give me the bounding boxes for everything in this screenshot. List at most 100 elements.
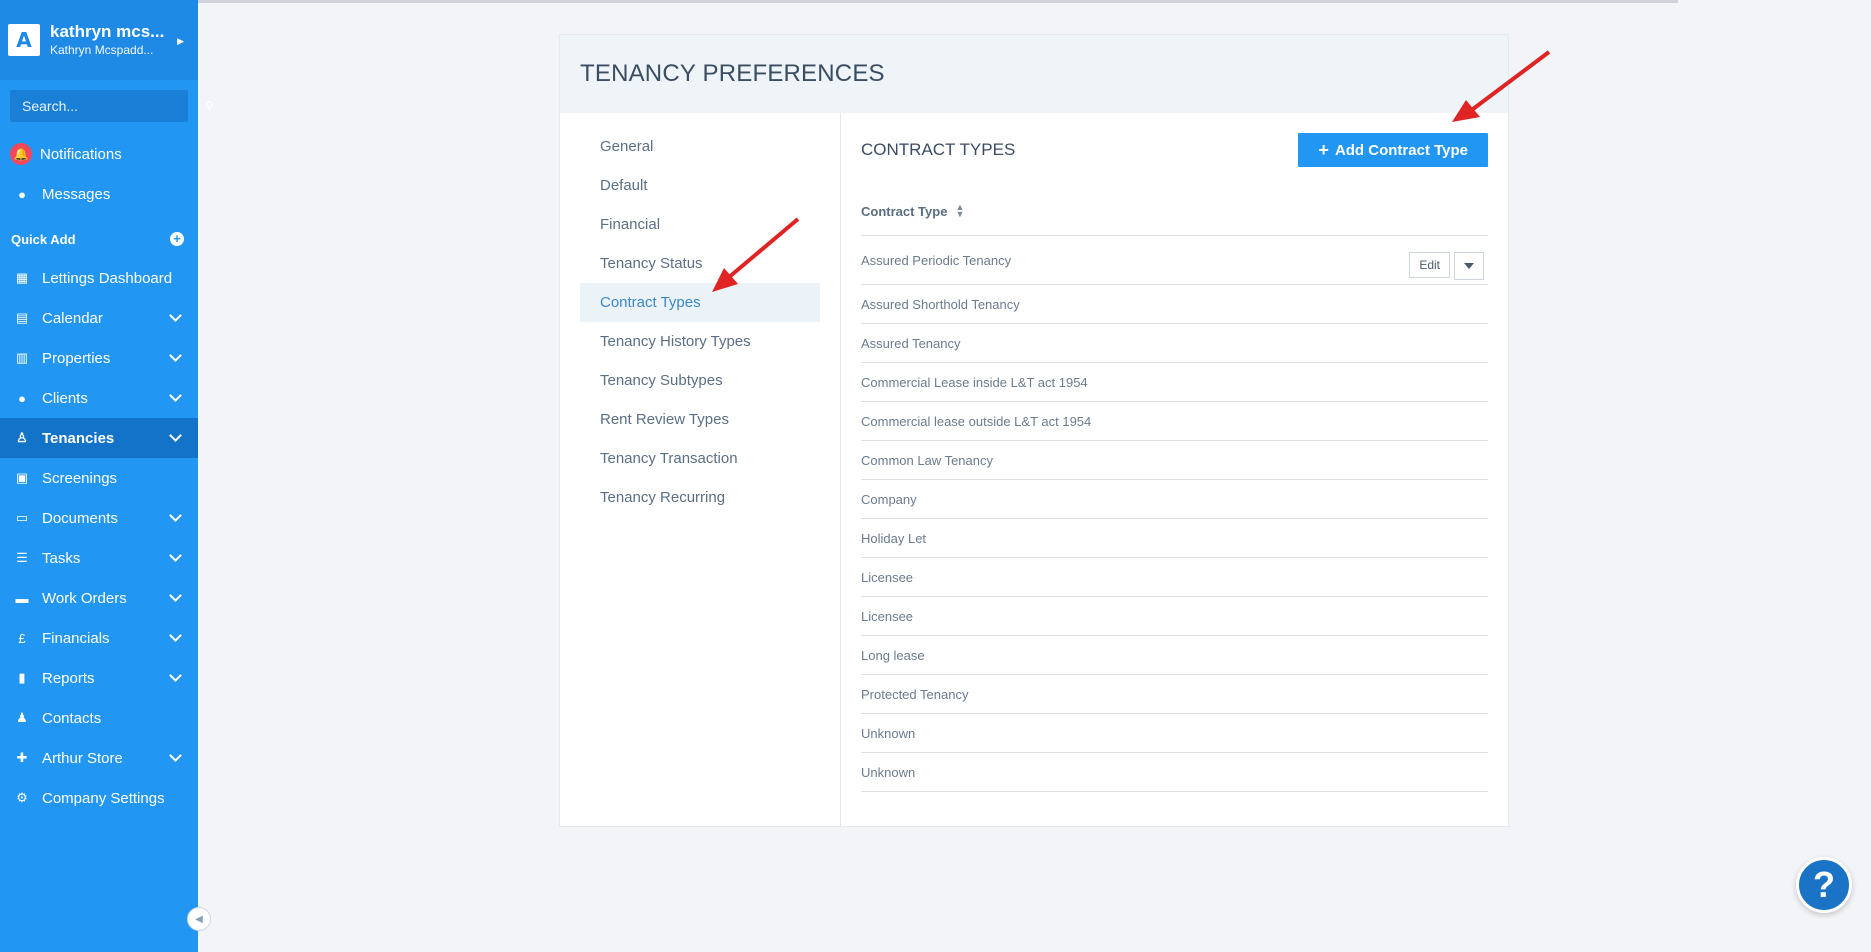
chevron-down-icon[interactable] [169,589,182,602]
puzzle-icon: ✚ [16,750,28,765]
top-divider [198,0,1678,3]
bell-icon: 🔔 [10,143,32,165]
sidebar-item-lettings-dashboard[interactable]: ▦ Lettings Dashboard [0,258,198,298]
sidebar-item-notifications[interactable]: 🔔 Notifications [0,134,198,174]
sidebar-item-label: Clients [42,389,88,407]
chevron-down-icon[interactable] [169,349,182,362]
sidebar-item-messages[interactable]: ● Messages [0,174,198,214]
pound-icon: £ [18,630,26,646]
menu-item-tenancy-transaction[interactable]: Tenancy Transaction [580,439,820,478]
chart-icon: ▮ [18,670,26,685]
contract-type-name: Holiday Let [861,530,927,546]
chevron-down-icon[interactable] [169,389,182,402]
sidebar-item-label: Documents [42,509,118,527]
menu-item-rent-review-types[interactable]: Rent Review Types [580,400,820,439]
chevron-down-icon[interactable] [169,549,182,562]
contract-type-name: Assured Tenancy [861,335,961,351]
sort-icon[interactable]: ▲ ▼ [955,203,964,219]
chevron-down-icon[interactable] [169,749,182,762]
contract-type-name: Long lease [861,647,925,663]
table-row[interactable]: Company [861,480,1488,519]
sidebar-item-label: Arthur Store [42,749,123,767]
menu-item-tenancy-history-types[interactable]: Tenancy History Types [580,322,820,361]
table-row[interactable]: Assured Tenancy [861,324,1488,363]
column-header[interactable]: Contract Type ▲ ▼ [861,187,1488,236]
collapse-sidebar-button[interactable]: ◀ [187,907,211,931]
table-row[interactable]: Common Law Tenancy [861,441,1488,480]
table-row[interactable]: Commercial Lease inside L&T act 1954 [861,363,1488,402]
sidebar-item-label: Messages [42,185,111,203]
sidebar-item-work-orders[interactable]: ▬ Work Orders [0,578,198,618]
sidebar-item-financials[interactable]: £ Financials [0,618,198,658]
chevron-down-icon[interactable] [169,669,182,682]
sidebar-item-tasks[interactable]: ☰ Tasks [0,538,198,578]
sidebar-item-clients[interactable]: ● Clients [0,378,198,418]
sidebar-item-label: Notifications [40,145,122,163]
document-icon: ▭ [15,510,29,525]
table-row[interactable]: Unknown [861,753,1488,792]
search-input[interactable] [20,97,205,115]
caret-down-icon [1464,263,1474,269]
dashboard-icon: ▦ [15,270,29,285]
table-row[interactable]: Licensee [861,597,1488,636]
chevron-down-icon[interactable] [169,429,182,442]
sidebar-item-documents[interactable]: ▭ Documents [0,498,198,538]
page-title: TENANCY PREFERENCES [580,60,885,87]
contract-type-name: Assured Periodic Tenancy [861,252,1012,268]
add-button-label: Add Contract Type [1334,141,1468,159]
table-row[interactable]: Long lease [861,636,1488,675]
table-row[interactable]: Holiday Let [861,519,1488,558]
caret-right-icon[interactable]: ▶ [177,36,184,47]
user-icon: ● [18,390,26,406]
arthur-logo: A [8,24,40,56]
edit-button[interactable]: Edit [1409,252,1450,278]
contract-type-name: Licensee [861,608,914,624]
sidebar-item-reports[interactable]: ▮ Reports [0,658,198,698]
table-row[interactable]: Commercial lease outside L&T act 1954 [861,402,1488,441]
add-contract-type-button[interactable]: + Add Contract Type [1298,133,1488,167]
menu-item-general[interactable]: General [580,127,820,166]
row-dropdown-button[interactable] [1454,252,1484,280]
menu-item-tenancy-recurring[interactable]: Tenancy Recurring [580,478,820,517]
plus-circle-icon[interactable]: + [170,232,184,246]
menu-item-default[interactable]: Default [580,166,820,205]
table-row[interactable]: Assured Periodic Tenancy Edit [861,236,1488,285]
contract-type-name: Licensee [861,569,914,585]
sidebar-item-arthur-store[interactable]: ✚ Arthur Store [0,738,198,778]
sidebar-item-tenancies[interactable]: ♙ Tenancies [0,418,198,458]
menu-item-tenancy-status[interactable]: Tenancy Status [580,244,820,283]
menu-item-tenancy-subtypes[interactable]: Tenancy Subtypes [580,361,820,400]
column-header-label: Contract Type [861,203,948,219]
help-button[interactable]: ? [1796,857,1852,913]
table-row[interactable]: Protected Tenancy [861,675,1488,714]
user-profile[interactable]: A kathryn mcs... Kathryn Mcspadd... ▶ [0,0,198,80]
contract-type-name: Common Law Tenancy [861,452,993,468]
table-row[interactable]: Unknown [861,714,1488,753]
menu-item-contract-types[interactable]: Contract Types [580,283,820,322]
contract-type-name: Commercial lease outside L&T act 1954 [861,413,1092,429]
chevron-down-icon[interactable] [169,309,182,322]
chevron-down-icon[interactable] [169,629,182,642]
table-row[interactable]: Assured Shorthold Tenancy [861,285,1488,324]
menu-item-financial[interactable]: Financial [580,205,820,244]
table-row[interactable]: Licensee [861,558,1488,597]
search-icon[interactable]: ⚲ [205,99,214,113]
sidebar-item-screenings[interactable]: ▣ Screenings [0,458,198,498]
sidebar-item-label: Tenancies [42,429,115,447]
sidebar-item-company-settings[interactable]: ⚙ Company Settings [0,778,198,818]
section-title: CONTRACT TYPES [861,140,1016,159]
gear-icon: ⚙ [16,790,28,805]
sidebar-item-properties[interactable]: ▥ Properties [0,338,198,378]
sidebar-item-label: Company Settings [42,789,165,807]
quick-add[interactable]: Quick Add + [0,220,198,258]
contract-type-name: Assured Shorthold Tenancy [861,296,1020,312]
calendar-icon: ▤ [15,310,29,325]
sidebar-item-contacts[interactable]: ♟ Contacts [0,698,198,738]
search-box: ⚲ [10,90,214,122]
sidebar-item-label: Tasks [42,549,81,567]
contacts-icon: ♟ [16,710,28,725]
chevron-down-icon[interactable] [169,509,182,522]
sidebar: A kathryn mcs... Kathryn Mcspadd... ▶ ⚲ … [0,0,214,952]
sidebar-item-calendar[interactable]: ▤ Calendar [0,298,198,338]
user-name: kathryn mcs... [50,22,165,41]
